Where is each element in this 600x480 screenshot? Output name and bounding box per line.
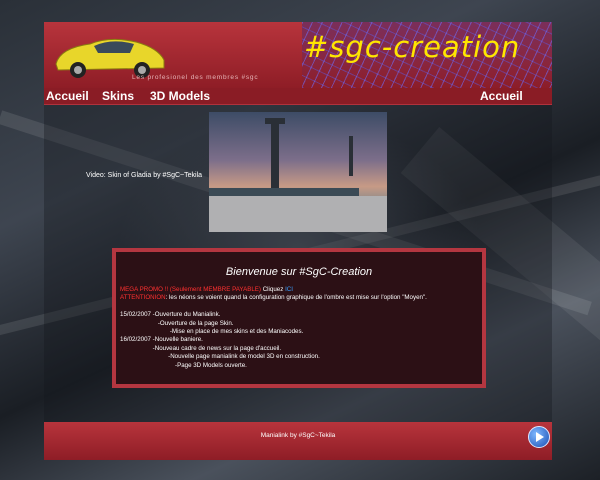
news-entry: -Mise en place de mes skins et des Mania… [120, 328, 304, 336]
nav-item-accueil[interactable]: Accueil [46, 88, 89, 104]
nav-bar: Accueil Skins 3D Models Accueil [44, 88, 552, 105]
attention-text: : les néons se voient quand la configura… [165, 294, 427, 302]
site-tagline: Les profesionel des membres #sgc [132, 74, 259, 81]
track-road [209, 196, 387, 232]
promo-link[interactable]: ICI [285, 286, 293, 293]
promo-tail: Cliquez [260, 286, 286, 293]
play-button[interactable] [528, 426, 550, 448]
news-entry: -Nouvelle page manialink de model 3D en … [120, 353, 320, 361]
header-banner: #sgc-creation Les profesionel des membre… [44, 22, 552, 88]
promo-text: MEGA PROMO !! (Seulement MEMBRE PAYABLE) [120, 286, 261, 293]
flag-pole [349, 136, 353, 176]
news-entry: 15/02/2007 -Ouverture du Manialink. [120, 311, 221, 319]
site-logo: #sgc-creation [304, 30, 521, 64]
video-player[interactable] [209, 112, 387, 232]
nav-item-accueil-right[interactable]: Accueil [480, 88, 523, 104]
play-icon [536, 432, 544, 442]
video-caption: Video: Skin of Gladia by #SgC~Tekila [86, 172, 203, 179]
news-entry: 16/02/2007 -Nouvelle baniere. [120, 336, 203, 344]
news-panel: Bienvenue sur #SgC-Creation MEGA PROMO !… [112, 248, 486, 388]
nav-item-3d-models[interactable]: 3D Models [150, 88, 210, 104]
news-body: MEGA PROMO !! (Seulement MEMBRE PAYABLE)… [120, 286, 482, 370]
news-title: Bienvenue sur #SgC-Creation [225, 266, 373, 278]
nav-item-skins[interactable]: Skins [102, 88, 134, 104]
light-tower [271, 120, 279, 190]
footer-credit: Manialink by #SgC~Tekila [260, 432, 336, 439]
news-entry: -Nouveau cadre de news sur la page d'acc… [120, 344, 282, 352]
news-entry: -Ouverture de la page Skin. [120, 319, 234, 327]
footer-bar: Manialink by #SgC~Tekila [44, 422, 552, 460]
light-tower-lamp [265, 118, 285, 124]
attention-label: ATTENTIONION [120, 294, 166, 302]
news-entry: -Page 3D Models ouverte. [120, 361, 247, 369]
